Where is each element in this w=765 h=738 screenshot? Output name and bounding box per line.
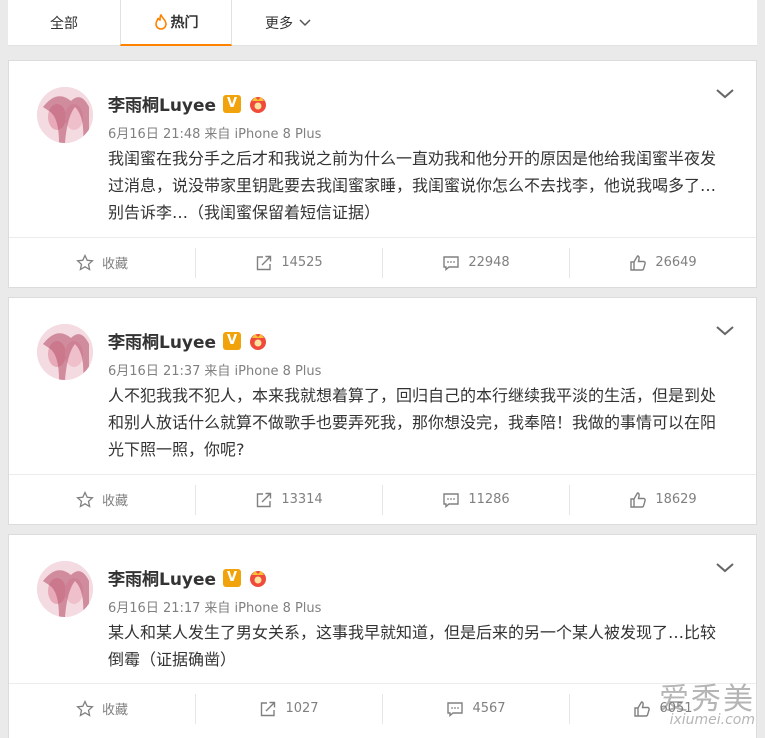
vip-crown-icon (248, 94, 268, 114)
comment-count: 4567 (472, 701, 506, 716)
user-name[interactable]: 李雨桐Luyee (108, 91, 216, 116)
tab-all[interactable]: 全部 (8, 0, 120, 46)
tab-more[interactable]: 更多 (232, 0, 344, 46)
verified-icon: V (223, 568, 242, 587)
action-bar: 收藏 13314 11286 18629 (9, 474, 756, 524)
tab-hot-label: 热门 (170, 15, 199, 31)
watermark: 爱秀美 ixiumei.com (659, 674, 755, 728)
post-meta: 6月16日 21:17 来自 iPhone 8 Plus (108, 597, 325, 616)
chevron-down-icon[interactable] (716, 559, 734, 578)
comment-button[interactable]: 11286 (383, 484, 570, 515)
favorite-label: 收藏 (101, 703, 128, 718)
action-bar: 收藏 14525 22948 26649 (9, 237, 756, 287)
share-icon (259, 700, 277, 718)
comment-count: 11286 (468, 492, 510, 507)
avatar[interactable] (37, 561, 93, 617)
flame-icon (154, 14, 168, 30)
like-button[interactable]: 18629 (570, 485, 756, 515)
post-time[interactable]: 6月16日 21:48 (108, 127, 200, 142)
tab-more-label: 更多 (265, 16, 293, 32)
star-icon (76, 699, 94, 718)
user-name[interactable]: 李雨桐Luyee (108, 565, 216, 590)
share-icon (255, 491, 273, 509)
star-icon (76, 253, 94, 272)
post-text: 人不犯我我不犯人，本来我就想着算了，回归自己的本行继续我平淡的生活，但是到处和别… (108, 386, 717, 459)
tab-all-label: 全部 (50, 16, 78, 32)
post-time[interactable]: 6月16日 21:17 (108, 601, 200, 616)
post-time[interactable]: 6月16日 21:37 (108, 364, 200, 379)
post-source: 来自 iPhone 8 Plus (204, 364, 322, 379)
repost-button[interactable]: 1027 (196, 693, 383, 724)
repost-button[interactable]: 13314 (196, 484, 383, 515)
share-icon (255, 254, 273, 272)
chevron-down-icon[interactable] (716, 322, 734, 341)
favorite-button[interactable]: 收藏 (9, 484, 196, 515)
comment-icon (446, 700, 464, 718)
favorite-button[interactable]: 收藏 (9, 693, 196, 724)
comment-button[interactable]: 4567 (383, 693, 570, 724)
comment-count: 22948 (468, 255, 510, 270)
tab-hot[interactable]: 热门 (120, 0, 232, 46)
repost-button[interactable]: 14525 (196, 247, 383, 278)
thumbs-up-icon (633, 700, 651, 718)
thumbs-up-icon (629, 491, 647, 509)
repost-count: 1027 (285, 701, 319, 716)
avatar[interactable] (37, 87, 93, 143)
like-count: 18629 (655, 492, 697, 507)
post-text: 某人和某人发生了男女关系，这事我早就知道，但是后来的另一个某人被发现了…比较倒霉… (108, 623, 717, 669)
star-icon (76, 490, 94, 509)
chevron-down-icon (299, 19, 311, 27)
post-source: 来自 iPhone 8 Plus (204, 601, 322, 616)
user-name[interactable]: 李雨桐Luyee (108, 328, 216, 353)
weibo-post: 李雨桐Luyee V 6月16日 21:48 来自 iPhone 8 Plus 我… (8, 60, 757, 288)
post-text: 我闺蜜在我分手之后才和我说之前为什么一直劝我和他分开的原因是他给我闺蜜半夜发过消… (108, 149, 717, 222)
weibo-post: 李雨桐Luyee V 6月16日 21:17 来自 iPhone 8 Plus 某… (8, 534, 757, 738)
vip-crown-icon (248, 568, 268, 588)
vip-crown-icon (248, 331, 268, 351)
favorite-button[interactable]: 收藏 (9, 247, 196, 278)
action-bar: 收藏 1027 4567 6051 (9, 683, 756, 733)
verified-icon: V (223, 94, 242, 113)
like-button[interactable]: 26649 (570, 248, 756, 278)
like-count: 26649 (655, 255, 697, 270)
comment-button[interactable]: 22948 (383, 247, 570, 278)
thumbs-up-icon (629, 254, 647, 272)
repost-count: 13314 (281, 492, 323, 507)
weibo-post: 李雨桐Luyee V 6月16日 21:37 来自 iPhone 8 Plus 人… (8, 297, 757, 525)
comment-icon (442, 254, 460, 272)
post-source: 来自 iPhone 8 Plus (204, 127, 322, 142)
chevron-down-icon[interactable] (716, 85, 734, 104)
comment-icon (442, 491, 460, 509)
favorite-label: 收藏 (101, 257, 128, 272)
favorite-label: 收藏 (101, 494, 128, 509)
post-meta: 6月16日 21:37 来自 iPhone 8 Plus (108, 360, 325, 379)
watermark-url: ixiumei.com (669, 712, 755, 728)
repost-count: 14525 (281, 255, 323, 270)
tab-bar: 全部 热门 更多 (8, 0, 757, 46)
verified-icon: V (223, 331, 242, 350)
post-meta: 6月16日 21:48 来自 iPhone 8 Plus (108, 123, 325, 142)
avatar[interactable] (37, 324, 93, 380)
